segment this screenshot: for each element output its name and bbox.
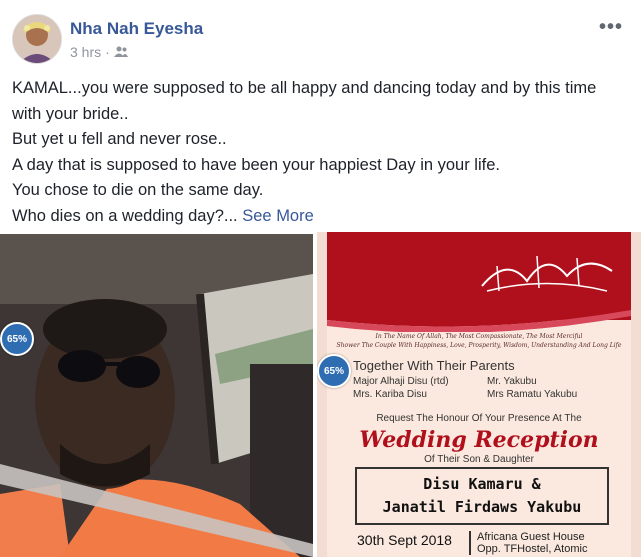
- post-line: A day that is supposed to have been your…: [12, 155, 500, 174]
- more-options-icon[interactable]: •••: [599, 16, 623, 39]
- invitation-request: Request The Honour Of Your Presence At T…: [376, 413, 582, 424]
- invitation-card: In The Name Of Allah, The Most Compassio…: [327, 232, 631, 557]
- see-more-link[interactable]: See More: [242, 207, 314, 225]
- blessing-line: In The Name Of Allah, The Most Compassio…: [375, 333, 583, 340]
- parent-name: Major Alhaji Disu (rtd): [353, 376, 449, 387]
- invitation-wave: [327, 292, 631, 332]
- post-header: Nha Nah Eyesha 3 hrs · •••: [12, 14, 629, 66]
- invitation-blessing: In The Name Of Allah, The Most Compassio…: [327, 332, 631, 350]
- venue-line: Africana Guest House: [477, 531, 585, 543]
- blessing-line: Shower The Couple With Happiness, Love, …: [336, 342, 622, 349]
- author-avatar[interactable]: [12, 14, 62, 64]
- facebook-post: Nha Nah Eyesha 3 hrs · ••• KAMAL...you w…: [0, 0, 641, 557]
- wedding-venue: Africana Guest House Opp. TFHostel, Atom…: [469, 531, 587, 555]
- post-text: KAMAL...you were supposed to be all happ…: [12, 76, 627, 229]
- post-line: KAMAL...you were supposed to be all happ…: [12, 79, 597, 123]
- parents-left: Major Alhaji Disu (rtd) Mrs. Kariba Disu: [353, 375, 449, 401]
- friends-icon[interactable]: [113, 44, 128, 60]
- photo-badge: 65%: [0, 322, 34, 356]
- couple-name: Disu Kamaru &: [423, 475, 541, 493]
- photo-badge: 65%: [317, 354, 351, 388]
- couple-names-box: Disu Kamaru & Janatil Firdaws Yakubu: [355, 467, 609, 525]
- invitation-wedding-title: Wedding Reception: [359, 427, 599, 453]
- photo-man-in-car[interactable]: 65%: [0, 234, 313, 557]
- invitation-of-their: Of Their Son & Daughter: [424, 454, 534, 465]
- post-line-last: Who dies on a wedding day?... See More: [12, 204, 627, 230]
- bismillah-calligraphy: [481, 255, 613, 292]
- parent-name: Mrs Ramatu Yakubu: [487, 389, 578, 400]
- post-line: Who dies on a wedding day?...: [12, 206, 238, 225]
- photo-grid: 65% In The Name Of Allah, The Most Compa…: [0, 232, 641, 557]
- post-line: But yet u fell and never rose..: [12, 130, 227, 148]
- invitation-together: Together With Their Parents: [353, 358, 515, 373]
- parents-right: Mr. Yakubu Mrs Ramatu Yakubu: [487, 375, 577, 401]
- venue-line: Opp. TFHostel, Atomic: [477, 543, 588, 555]
- parent-name: Mr. Yakubu: [487, 376, 537, 387]
- author-name[interactable]: Nha Nah Eyesha: [70, 19, 203, 39]
- photo-wedding-invitation[interactable]: In The Name Of Allah, The Most Compassio…: [317, 232, 641, 557]
- post-time[interactable]: 3 hrs: [70, 44, 101, 60]
- post-line: You chose to die on the same day.: [12, 181, 264, 199]
- post-meta: 3 hrs ·: [70, 44, 128, 60]
- meta-separator: ·: [105, 44, 110, 60]
- parent-name: Mrs. Kariba Disu: [353, 389, 427, 400]
- couple-name: Janatil Firdaws Yakubu: [382, 498, 582, 516]
- wedding-date: 30th Sept 2018: [357, 532, 452, 548]
